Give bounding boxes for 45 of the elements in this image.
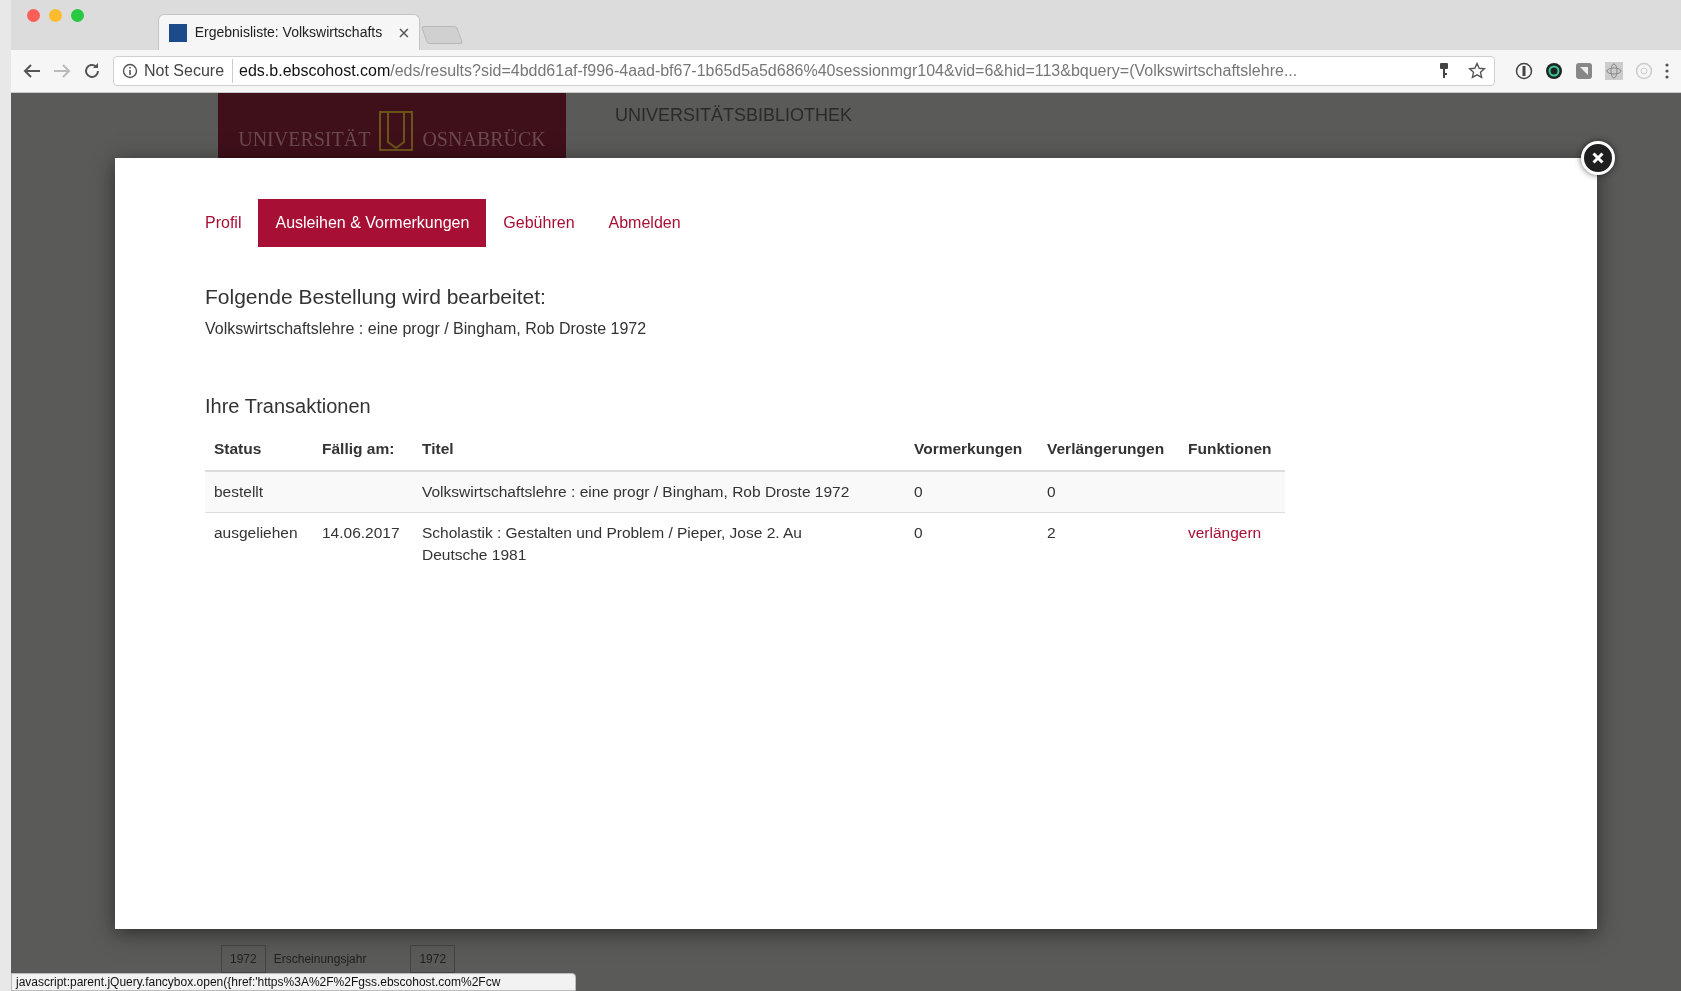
browser-tab[interactable]: Ergebnisliste: Volkswirtschafts [158, 14, 420, 50]
table-cell-text: Scholastik : Gestalten und Problem / Pieper, Jose 2. Au Deutsche 1981 [421, 522, 803, 565]
column-header: Status [213, 438, 263, 459]
nav-tab[interactable]: Abmelden [591, 199, 698, 247]
extension-icon[interactable] [1515, 62, 1533, 80]
close-icon [1592, 152, 1604, 164]
site-favicon-icon [169, 23, 187, 42]
facet-label: Erscheinungsjahr [273, 951, 368, 968]
close-tab-icon[interactable] [399, 27, 409, 38]
column-header: Titel [421, 438, 455, 459]
column-header: Vormerkungen [913, 438, 1024, 459]
table-cell-text: Volkswirtschaftslehre : eine progr / Bingham, Rob Droste 1972 [421, 481, 851, 502]
key-icon[interactable] [1438, 62, 1450, 80]
security-label: Not Secure [144, 59, 234, 83]
table-cell-text: 0 [1046, 481, 1057, 502]
table-cell-text: 0 [913, 481, 924, 502]
table-cell-text: 0 [913, 522, 924, 543]
close-button[interactable] [1581, 141, 1615, 175]
column-header: Verlängerungen [1046, 438, 1166, 459]
year-label: 1972 [410, 945, 456, 973]
column-header: Funktionen [1187, 438, 1273, 459]
nav-tab[interactable]: Gebühren [486, 199, 592, 247]
table-cell-text: 14.06.2017 [321, 522, 401, 543]
nav-tab[interactable]: Profil [205, 199, 259, 247]
order-heading: Folgende Bestellung wird bearbeitet: [205, 284, 547, 310]
reload-icon[interactable] [83, 62, 101, 80]
table-cell-text: bestellt [213, 481, 265, 502]
order-text: Volkswirtschaftslehre : eine progr / Bingham, Rob Droste 1972 [205, 318, 648, 339]
university-logo: UNIVERSITÄT OSNABRÜCK [218, 93, 566, 158]
url-text: eds.b.ebscohost.com/eds/results?sid=4bdd61af-f996-4aad-bf67-1b65d5a5d686%40sessionmgr104&vid=6&hid=113&bquery=(Volkswirtschaftslehre... [239, 61, 1299, 81]
star-icon[interactable] [1468, 62, 1486, 80]
status-bar: javascript:parent.jQuery.fancybox.open({href:'https%3A%2F%2Fgss.ebscohost.com%2Fcw [11, 973, 576, 991]
year-label: 1972 [221, 945, 266, 973]
menu-icon[interactable] [1665, 63, 1669, 79]
nav-tab[interactable]: Ausleihen & Vormerkungen [258, 199, 487, 247]
tab-title: Ergebnisliste: Volkswirtschafts [194, 23, 384, 42]
color-wheel-icon[interactable] [1545, 62, 1563, 80]
renew-link[interactable]: verlängern [1188, 523, 1262, 541]
table-cell-text: ausgeliehen [213, 522, 299, 543]
info-icon[interactable] [122, 63, 138, 79]
address-bar[interactable]: Not Secure eds.b.ebscohost.com/eds/results?sid=4bdd61af-f996-4aad-bf67-1b65d5a5d686%40sessionmgr104&vid=6&hid=113&bquery=(Volkswirtschaftslehre... [113, 56, 1495, 86]
table-cell-text: 2 [1046, 522, 1057, 543]
column-header: Fällig am: [321, 438, 396, 459]
back-icon[interactable] [23, 63, 41, 79]
transactions-heading: Ihre Transaktionen [205, 393, 372, 419]
